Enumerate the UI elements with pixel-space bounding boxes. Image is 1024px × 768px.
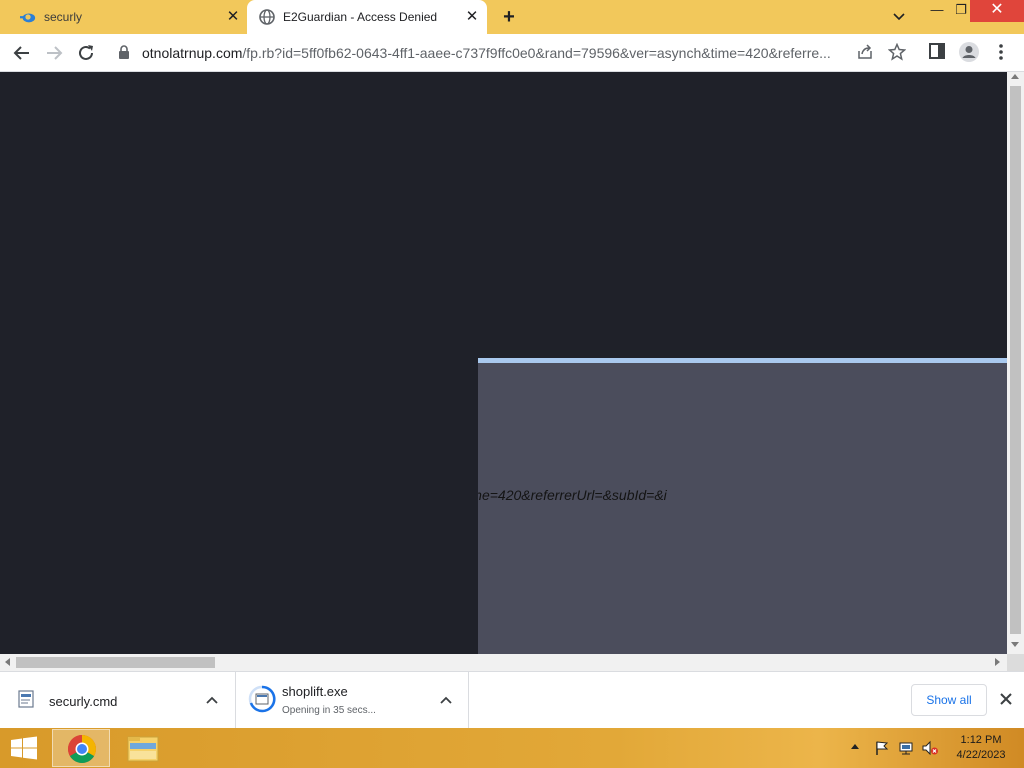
dialog-url-text: c737f9ffc0e0&rand=79596&ver=asynch&time=… — [478, 487, 667, 503]
new-tab-button[interactable]: + — [498, 6, 520, 28]
folder-icon — [127, 736, 159, 762]
close-tab-icon[interactable]: ✕ — [463, 8, 481, 26]
address-bar[interactable]: otnolatrnup.com/fp.rb?id=5ff0fb62-0643-4… — [108, 37, 920, 67]
forward-arrow-icon[interactable] — [43, 42, 65, 64]
url-text[interactable]: otnolatrnup.com/fp.rb?id=5ff0fb62-0643-4… — [142, 45, 848, 61]
download-item[interactable]: securly.cmd — [0, 672, 236, 728]
download-item[interactable]: shoplift.exe Opening in 35 secs... — [237, 672, 469, 728]
lock-icon[interactable] — [118, 45, 130, 59]
kebab-menu-icon[interactable] — [994, 42, 1008, 62]
page-viewport: c737f9ffc0e0&rand=79596&ver=asynch&time=… — [0, 72, 1007, 654]
download-progress-icon — [248, 685, 276, 713]
scroll-up-arrow[interactable] — [1011, 74, 1019, 79]
volume-muted-icon[interactable] — [921, 740, 939, 756]
taskbar-file-explorer-button[interactable] — [118, 729, 168, 767]
chevron-down-icon[interactable] — [890, 8, 908, 26]
action-center-flag-icon[interactable] — [874, 740, 890, 756]
download-shelf: securly.cmd shoplift.exe Opening in 35 s… — [0, 671, 1024, 728]
system-clock[interactable]: 1:12 PM 4/22/2023 — [944, 733, 1018, 763]
side-panel-icon[interactable] — [928, 42, 946, 60]
back-arrow-icon[interactable] — [11, 42, 33, 64]
taskbar-chrome-button[interactable] — [52, 729, 110, 767]
windows-start-icon[interactable] — [0, 728, 48, 768]
url-host: otnolatrnup.com — [142, 45, 243, 61]
globe-icon — [259, 9, 275, 25]
windows-taskbar: 1:12 PM 4/22/2023 — [0, 728, 1024, 768]
chevron-up-icon[interactable] — [205, 693, 219, 707]
show-hidden-icons-arrow[interactable] — [851, 744, 859, 749]
tab-strip: securly ✕ E2Guardian - Access Denied ✕ +… — [0, 0, 1024, 34]
vertical-scrollbar[interactable] — [1007, 72, 1024, 654]
download-status: Opening in 35 secs... — [282, 705, 376, 716]
close-window-button[interactable]: ✕ — [970, 0, 1024, 22]
reload-icon[interactable] — [75, 42, 97, 64]
scroll-right-arrow[interactable] — [995, 658, 1000, 666]
scrollbar-thumb[interactable] — [1010, 86, 1021, 634]
script-file-icon — [18, 690, 34, 708]
scroll-corner — [1007, 654, 1024, 671]
tab-access-denied[interactable]: E2Guardian - Access Denied ✕ — [247, 0, 487, 34]
scrollbar-thumb[interactable] — [16, 657, 215, 668]
close-tab-icon[interactable]: ✕ — [224, 8, 242, 26]
scroll-down-arrow[interactable] — [1011, 642, 1019, 647]
network-icon[interactable] — [898, 740, 914, 756]
tab-securly[interactable]: securly ✕ — [8, 0, 246, 34]
tab-title: securly — [44, 10, 83, 24]
scroll-left-arrow[interactable] — [5, 658, 10, 666]
show-all-button[interactable]: Show all — [911, 684, 987, 716]
profile-avatar-icon[interactable] — [958, 41, 980, 63]
securly-cloud-icon — [20, 13, 36, 23]
share-icon[interactable] — [856, 43, 874, 61]
horizontal-scrollbar[interactable] — [0, 654, 1007, 671]
chevron-up-icon[interactable] — [439, 693, 453, 707]
overlay-dialog: c737f9ffc0e0&rand=79596&ver=asynch&time=… — [478, 358, 1007, 654]
chrome-icon — [68, 735, 96, 763]
download-filename: securly.cmd — [49, 694, 118, 709]
url-path: /fp.rb?id=5ff0fb62-0643-4ff1-aaee-c737f9… — [242, 45, 831, 61]
download-filename: shoplift.exe — [282, 684, 348, 699]
close-icon[interactable] — [997, 690, 1015, 708]
clock-date: 4/22/2023 — [956, 749, 1006, 761]
clock-time: 1:12 PM — [960, 734, 1002, 746]
bookmark-star-icon[interactable] — [888, 43, 906, 61]
browser-toolbar: otnolatrnup.com/fp.rb?id=5ff0fb62-0643-4… — [0, 34, 1024, 72]
tab-title: E2Guardian - Access Denied — [283, 10, 438, 24]
